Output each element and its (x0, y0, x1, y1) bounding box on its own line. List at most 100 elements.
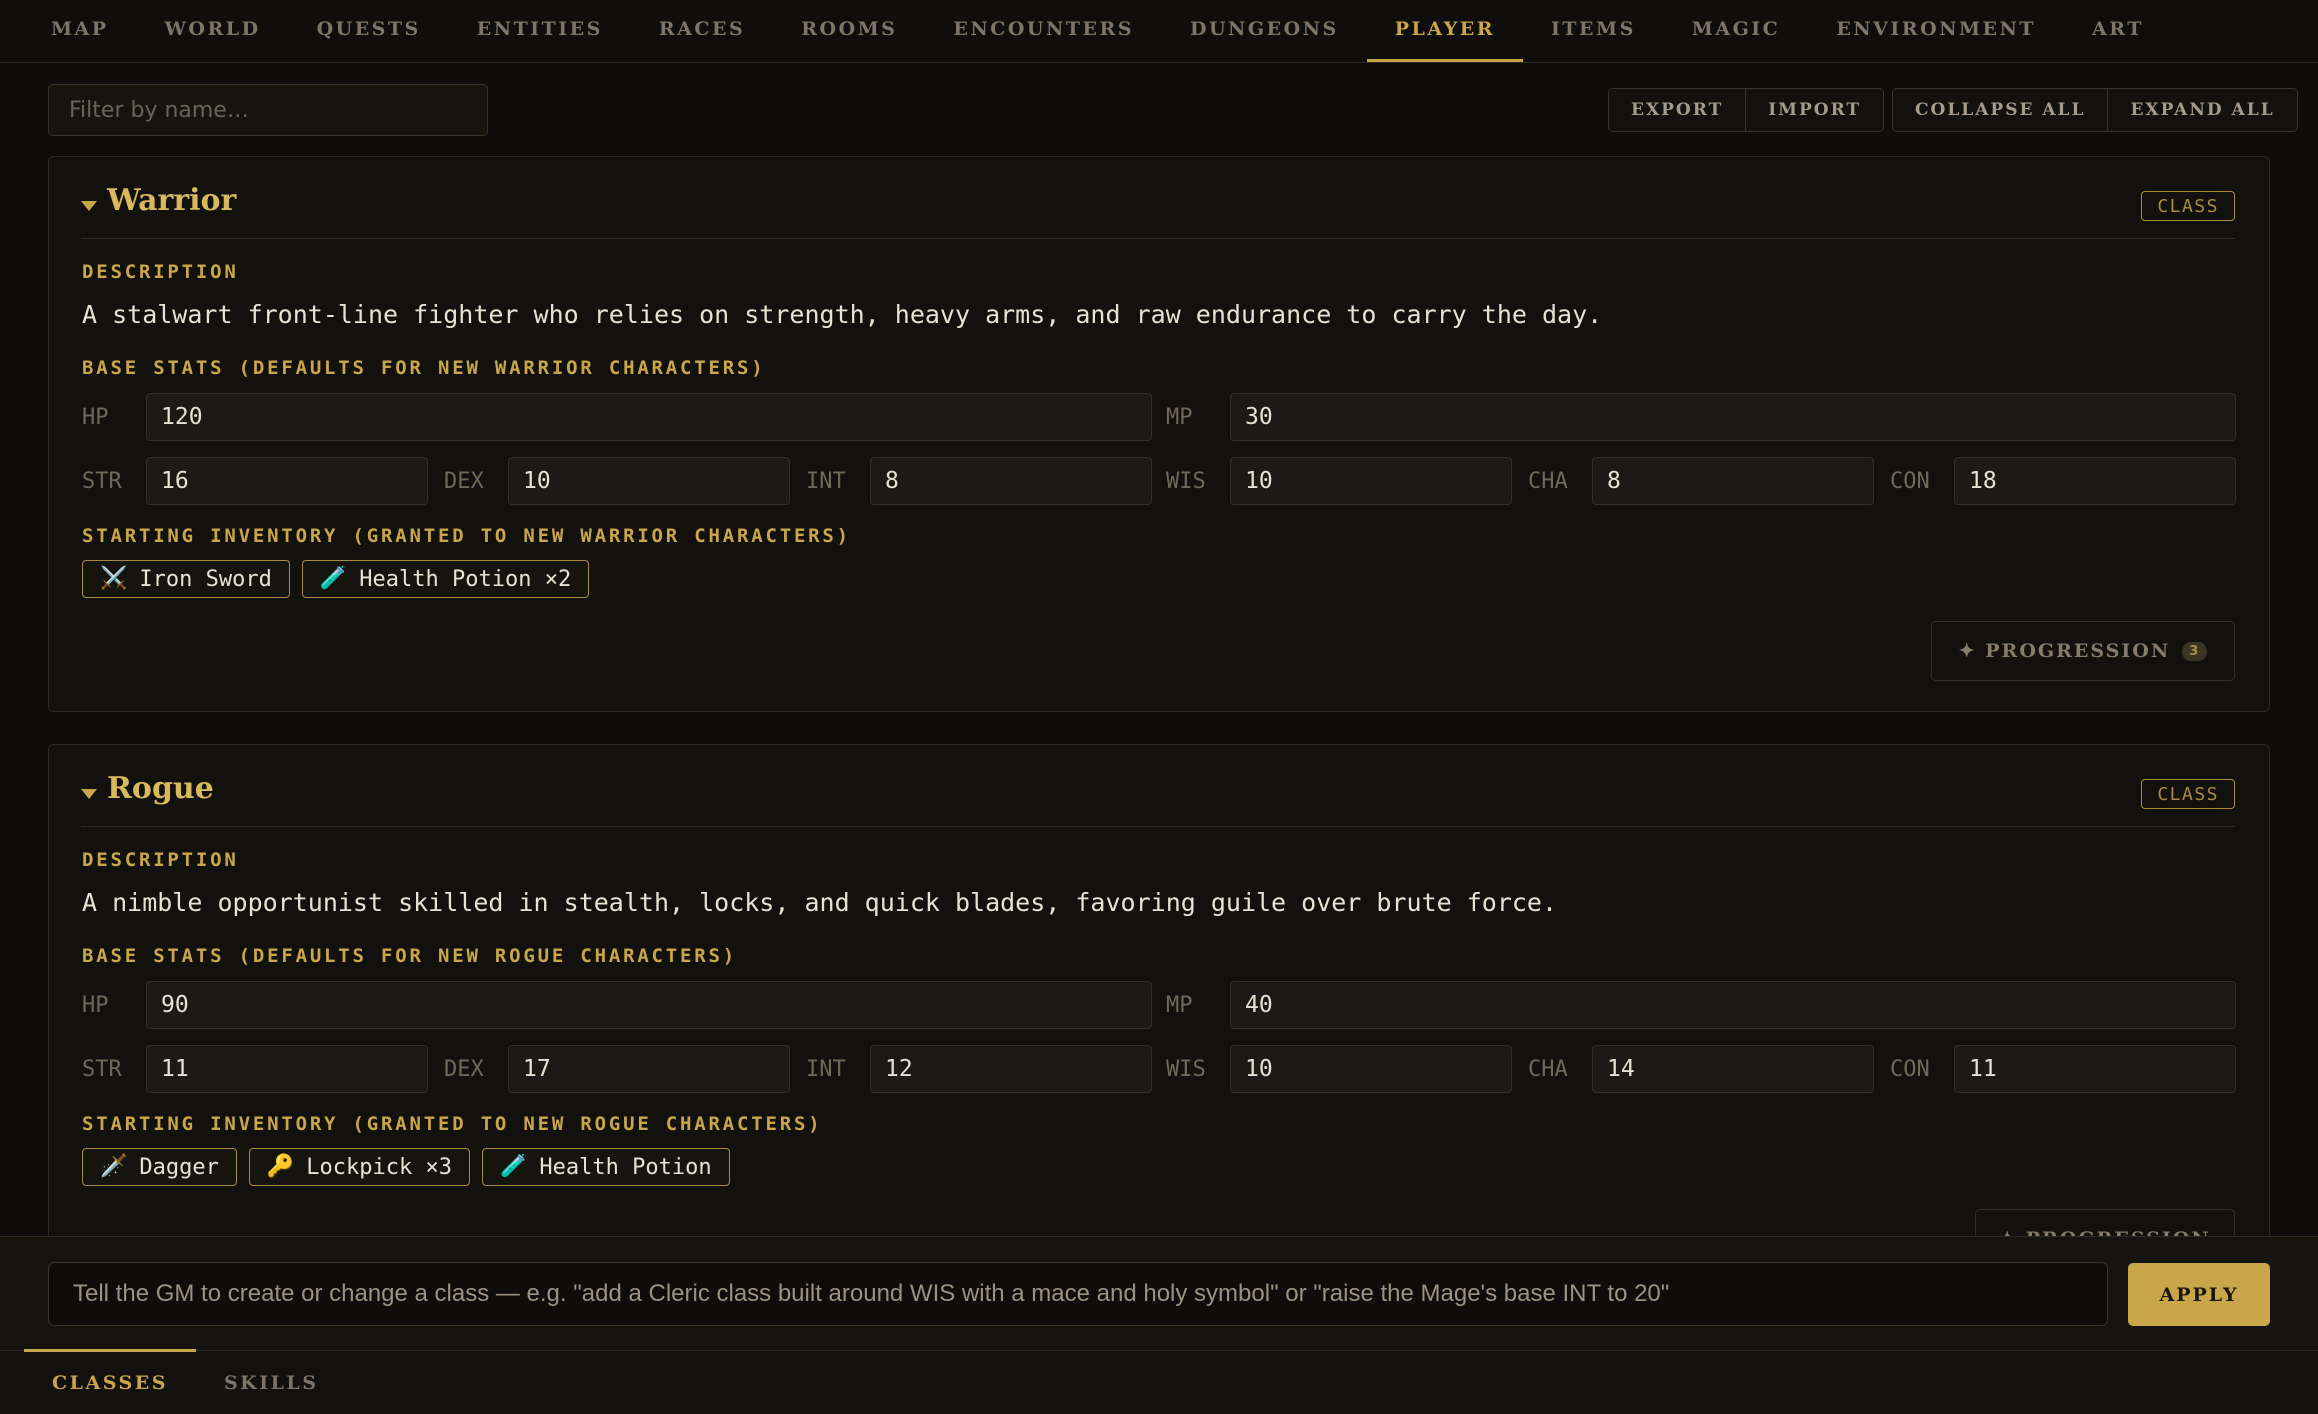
con-label: CON (1890, 1056, 1930, 1082)
gm-command-input[interactable] (48, 1262, 2108, 1326)
tab-entities[interactable]: ENTITIES (449, 0, 631, 60)
class-card-header[interactable]: Rogue CLASS (81, 745, 2235, 827)
key-icon: 🔑 (266, 1154, 295, 1179)
wis-label: WIS (1166, 468, 1206, 494)
wis-field[interactable]: 10 (1230, 1045, 1512, 1093)
collapse-all-button[interactable]: COLLAPSE ALL (1893, 89, 2108, 131)
tab-rooms[interactable]: ROOMS (773, 0, 925, 60)
class-name: Rogue (107, 771, 214, 806)
con-label: CON (1890, 468, 1930, 494)
chevron-down-icon[interactable] (81, 201, 97, 211)
filter-input[interactable] (48, 84, 488, 136)
cha-field[interactable]: 14 (1592, 1045, 1874, 1093)
tab-map[interactable]: MAP (23, 0, 137, 60)
wis-label: WIS (1166, 1056, 1206, 1082)
class-card-header[interactable]: Warrior CLASS (81, 157, 2235, 239)
dagger-icon: 🗡️ (100, 1154, 128, 1179)
tab-quests[interactable]: QUESTS (289, 0, 449, 60)
crossed-swords-icon: ⚔️ (100, 566, 128, 591)
str-field[interactable]: 11 (146, 1045, 428, 1093)
inventory-item-label: Dagger (139, 1154, 219, 1180)
progression-button[interactable]: ✦ PROGRESSION (1975, 1209, 2235, 1236)
tab-encounters[interactable]: ENCOUNTERS (925, 0, 1162, 60)
hp-label: HP (82, 992, 109, 1018)
wis-field[interactable]: 10 (1230, 457, 1512, 505)
dex-field[interactable]: 10 (508, 457, 790, 505)
tab-player[interactable]: PLAYER (1366, 0, 1524, 62)
tab-dungeons[interactable]: DUNGEONS (1162, 0, 1367, 60)
chevron-down-icon[interactable] (81, 789, 97, 799)
tab-magic[interactable]: MAGIC (1664, 0, 1809, 60)
mp-label: MP (1166, 992, 1193, 1018)
tab-world[interactable]: WORLD (137, 0, 289, 60)
export-button[interactable]: EXPORT (1609, 89, 1746, 131)
int-label: INT (806, 1056, 846, 1082)
inventory-chip[interactable]: 🧪 Health Potion (482, 1148, 730, 1186)
con-field[interactable]: 18 (1954, 457, 2236, 505)
expand-all-button[interactable]: EXPAND ALL (2107, 89, 2297, 131)
cha-label: CHA (1528, 468, 1568, 494)
cha-field[interactable]: 8 (1592, 457, 1874, 505)
base-stats-label: BASE STATS (DEFAULTS FOR NEW ROGUE CHARA… (82, 945, 737, 967)
apply-button[interactable]: APPLY (2128, 1263, 2270, 1326)
attribute-row: STR 11 DEX 17 INT 12 WIS 10 CHA 14 CON 1… (82, 1045, 2236, 1093)
starting-inventory-label: STARTING INVENTORY (GRANTED TO NEW ROGUE… (82, 1113, 823, 1135)
inventory-item-label: Lockpick ×3 (306, 1154, 452, 1180)
str-label: STR (82, 1056, 122, 1082)
inventory-list: ⚔️ Iron Sword 🧪 Health Potion ×2 (82, 560, 590, 598)
int-field[interactable]: 12 (870, 1045, 1152, 1093)
class-card-warrior: Warrior CLASS DESCRIPTION A stalwart fro… (48, 156, 2270, 712)
bottom-tabs: CLASSES SKILLS (0, 1349, 2318, 1414)
class-description[interactable]: A nimble opportunist skilled in stealth,… (82, 888, 1557, 917)
dex-label: DEX (444, 1056, 484, 1082)
int-field[interactable]: 8 (870, 457, 1152, 505)
tab-art[interactable]: ART (2064, 0, 2172, 60)
mp-field[interactable]: 40 (1230, 981, 2236, 1029)
mp-label: MP (1166, 404, 1193, 430)
hp-field[interactable]: 120 (146, 393, 1152, 441)
progression-button[interactable]: ✦ PROGRESSION 3 (1931, 621, 2235, 681)
class-name: Warrior (107, 183, 237, 218)
inventory-item-label: Health Potion ×2 (359, 566, 572, 592)
inventory-chip[interactable]: 🧪 Health Potion ×2 (301, 560, 590, 598)
hp-mp-row: HP 90 MP 40 (82, 981, 2236, 1029)
starting-inventory-label: STARTING INVENTORY (GRANTED TO NEW WARRI… (82, 525, 851, 547)
str-field[interactable]: 16 (146, 457, 428, 505)
potion-icon: 🧪 (500, 1154, 528, 1179)
description-label: DESCRIPTION (82, 261, 239, 283)
command-bar: APPLY (0, 1236, 2318, 1350)
cha-label: CHA (1528, 1056, 1568, 1082)
collapse-expand-group: COLLAPSE ALL EXPAND ALL (1892, 88, 2298, 132)
con-field[interactable]: 11 (1954, 1045, 2236, 1093)
progression-count-badge: 3 (2182, 641, 2208, 661)
description-label: DESCRIPTION (82, 849, 239, 871)
inventory-chip[interactable]: 🗡️ Dagger (82, 1148, 237, 1186)
class-badge: CLASS (2141, 191, 2235, 221)
mp-field[interactable]: 30 (1230, 393, 2236, 441)
int-label: INT (806, 468, 846, 494)
inventory-item-label: Iron Sword (139, 566, 272, 592)
hp-mp-row: HP 120 MP 30 (82, 393, 2236, 441)
tab-items[interactable]: ITEMS (1523, 0, 1664, 60)
top-nav: MAP WORLD QUESTS ENTITIES RACES ROOMS EN… (0, 0, 2318, 63)
progression-label: ✦ PROGRESSION (1999, 1228, 2211, 1236)
inventory-chip[interactable]: ⚔️ Iron Sword (82, 560, 290, 598)
class-badge: CLASS (2141, 779, 2235, 809)
str-label: STR (82, 468, 122, 494)
inventory-item-label: Health Potion (539, 1154, 712, 1180)
inventory-chip[interactable]: 🔑 Lockpick ×3 (248, 1148, 470, 1186)
tab-classes[interactable]: CLASSES (24, 1349, 196, 1414)
base-stats-label: BASE STATS (DEFAULTS FOR NEW WARRIOR CHA… (82, 357, 766, 379)
progression-label: ✦ PROGRESSION (1958, 640, 2171, 662)
tab-environment[interactable]: ENVIRONMENT (1808, 0, 2064, 60)
attribute-row: STR 16 DEX 10 INT 8 WIS 10 CHA 8 CON 18 (82, 457, 2236, 505)
inventory-list: 🗡️ Dagger 🔑 Lockpick ×3 🧪 Health Potion (82, 1148, 730, 1186)
import-button[interactable]: IMPORT (1745, 89, 1884, 131)
class-list[interactable]: Warrior CLASS DESCRIPTION A stalwart fro… (0, 148, 2318, 1236)
hp-field[interactable]: 90 (146, 981, 1152, 1029)
tab-skills[interactable]: SKILLS (196, 1351, 347, 1414)
tab-races[interactable]: RACES (631, 0, 773, 60)
export-import-group: EXPORT IMPORT (1608, 88, 1885, 132)
class-description[interactable]: A stalwart front-line fighter who relies… (82, 300, 1602, 329)
dex-field[interactable]: 17 (508, 1045, 790, 1093)
